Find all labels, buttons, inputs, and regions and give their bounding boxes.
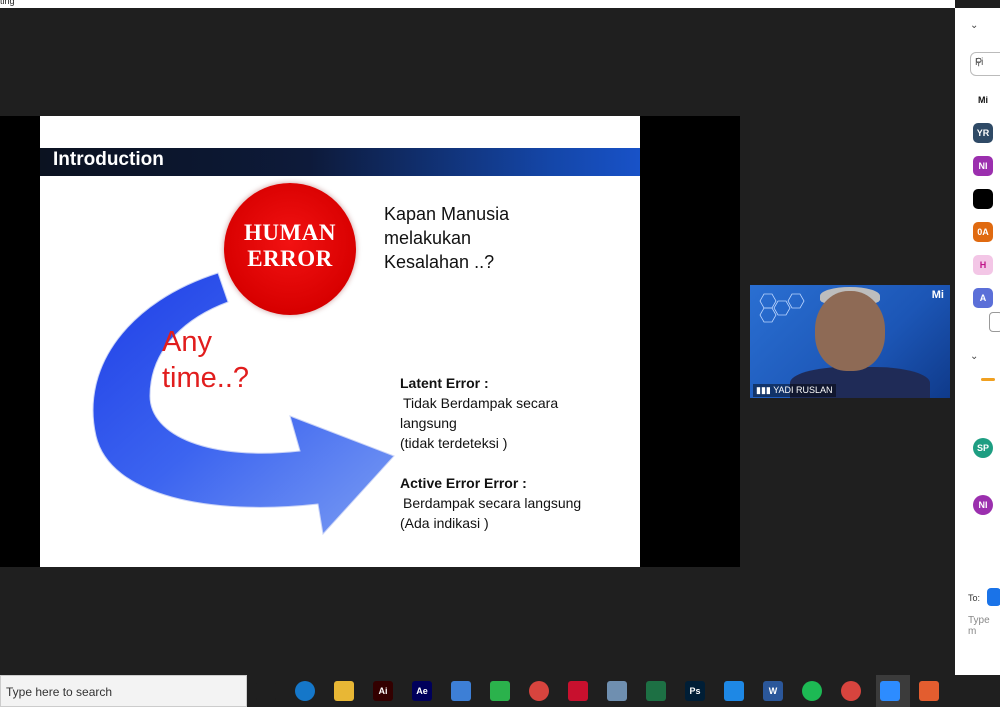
taskbar-search-placeholder: Type here to search [6,685,113,699]
participant-avatar[interactable]: 0A [973,222,993,242]
participant-name: YADI RUSLAN [773,385,833,395]
after-effects-icon[interactable]: Ae [412,681,432,701]
participants-chat-panel: ⌄ ⚲ Fi Mi YR NI 0A H A SP NI ⌄ To: Type m [955,8,1000,675]
chat-chevron-icon[interactable]: ⌄ [970,351,978,362]
app-icon[interactable] [919,681,939,701]
active-line2: (Ada indikasi ) [400,515,489,531]
collapse-chevron-icon[interactable]: ⌄ [970,20,978,31]
participant-avatar[interactable]: NI [973,156,993,176]
participant-name-label: ▮▮▮ YADI RUSLAN [753,384,836,397]
latent-error-heading: Latent Error : [400,375,489,391]
human-error-label: HUMAN ERROR [224,220,356,272]
latent-line3: (tidak terdeteksi ) [400,435,508,451]
human-error-line1: HUMAN [244,220,336,245]
edge-icon[interactable] [295,681,315,701]
signal-icon: ▮▮▮ [756,385,774,395]
file-explorer-icon[interactable] [334,681,354,701]
latent-error-block: Latent Error : Tidak Berdampak secara la… [400,373,558,453]
vscode-icon[interactable] [724,681,744,701]
unread-indicator [981,378,995,381]
participant-avatar[interactable]: A [973,288,993,308]
participant-avatar[interactable]: H [973,255,993,275]
feather-app-icon[interactable] [490,681,510,701]
participant-avatar[interactable] [973,189,993,209]
latent-line1: Tidak Berdampak secara [403,395,559,411]
active-line1: Berdampak secara langsung [403,495,582,511]
scanner-icon[interactable] [607,681,627,701]
taskbar-search-box[interactable]: Type here to search [0,675,247,707]
to-label: To: [968,593,981,603]
question-text: Kapan Manusia melakukan Kesalahan ..? [384,204,510,272]
windows-taskbar: Type here to search Ai Ae Ps W [0,675,1000,707]
window-top-strip: ting [0,0,955,8]
zoom-icon[interactable] [880,681,900,701]
participant-avatar[interactable]: Mi [973,90,993,110]
video-logo: Mi [931,289,944,301]
any-time-text: Any time..? [162,326,250,394]
participant-face [815,291,885,371]
chat-input[interactable]: Type m [968,615,1000,637]
chrome-icon-2[interactable] [841,681,861,701]
illustrator-icon[interactable]: Ai [373,681,393,701]
participant-search-input[interactable]: ⚲ Fi [970,52,1000,76]
active-error-heading: Active Error Error : [400,475,527,491]
recipient-dropdown[interactable] [987,588,1000,606]
excel-icon[interactable] [646,681,666,701]
word-icon[interactable]: W [763,681,783,701]
search-placeholder: Fi [975,57,984,68]
photoshop-icon[interactable]: Ps [685,681,705,701]
chrome-icon-1[interactable] [529,681,549,701]
acrobat-icon[interactable] [568,681,588,701]
window-title-fragment: ting [0,0,15,6]
active-error-block: Active Error Error : Berdampak secara la… [400,473,581,533]
hexagon-pattern-icon [759,293,805,323]
more-button[interactable] [989,312,1000,332]
spotify-icon[interactable] [802,681,822,701]
participant-video-tile[interactable]: Mi ▮▮▮ YADI RUSLAN [750,285,950,398]
arrow-body [92,272,395,536]
human-error-line2: ERROR [247,246,333,271]
store-icon[interactable] [451,681,471,701]
participant-avatar[interactable]: NI [973,495,993,515]
presentation-slide: Introduction HUMAN ERROR Kapan Manusia m… [40,116,640,567]
participant-avatar[interactable]: SP [973,438,993,458]
latent-line2: langsung [400,415,457,431]
participant-avatar[interactable]: YR [973,123,993,143]
task-view-icon[interactable] [256,681,276,701]
